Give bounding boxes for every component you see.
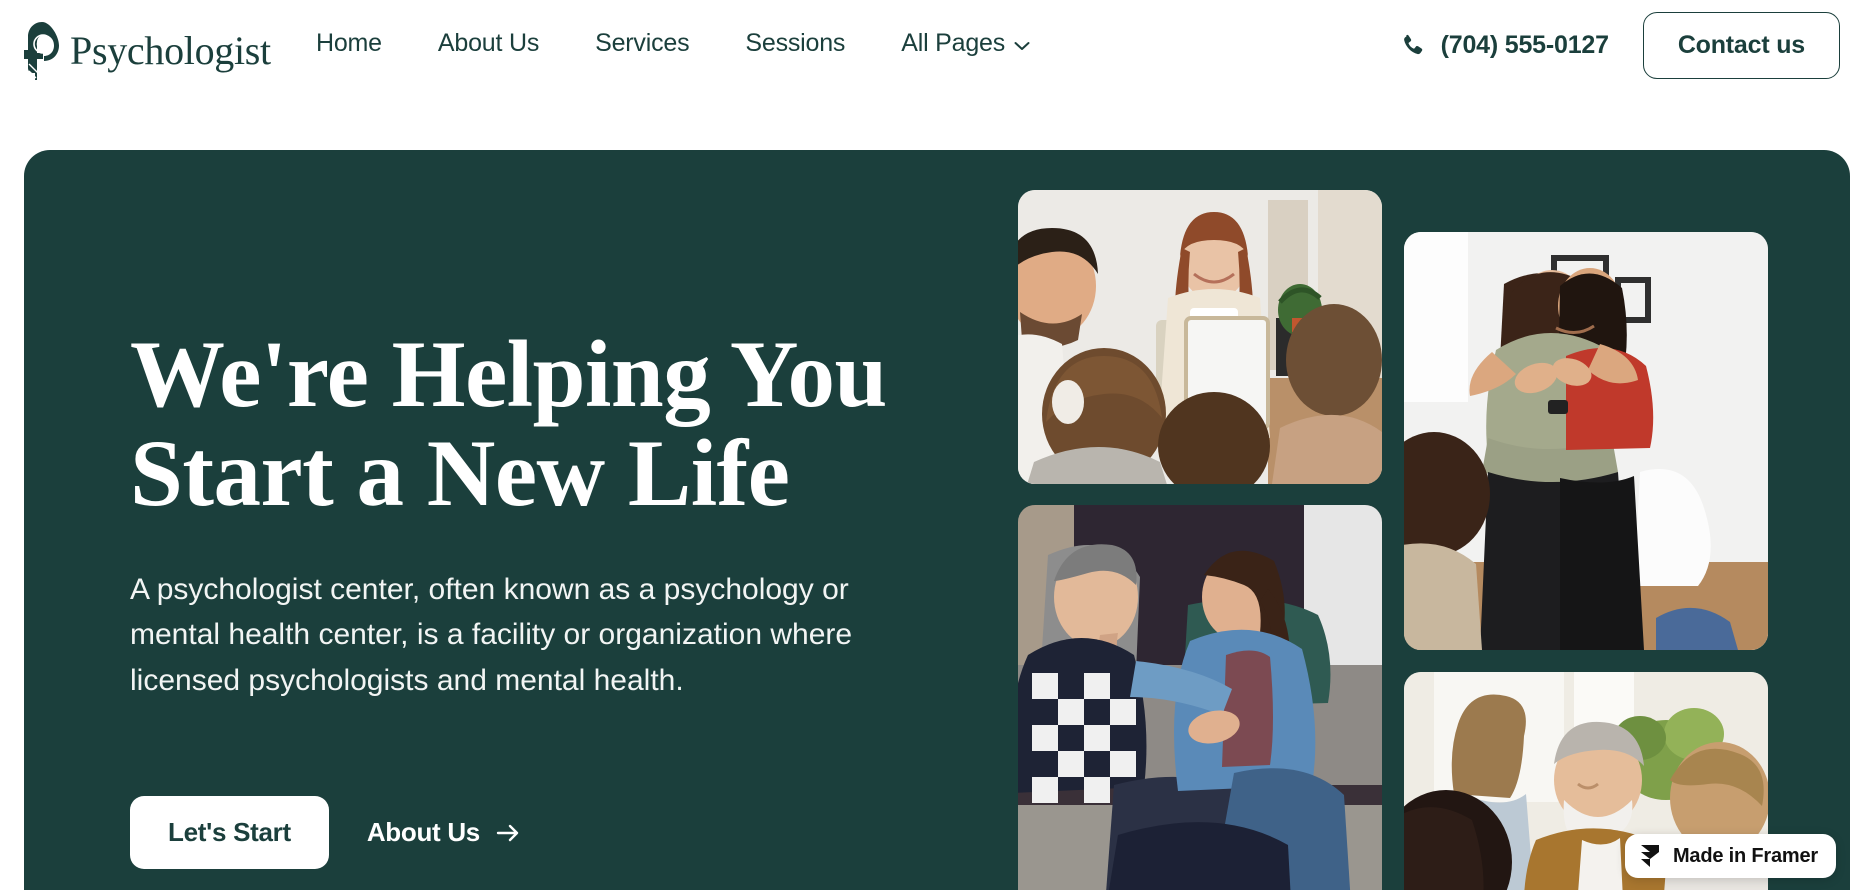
nav-item-label: About Us [437, 28, 540, 57]
couple-on-couch-photo [1018, 505, 1382, 890]
site-header: Psychologist Home About Us Services Sess… [0, 0, 1862, 150]
hero-section: We're Helping You Start a New Life A psy… [24, 150, 1850, 890]
nav-item-label: All Pages [901, 28, 1006, 57]
nav-item-about-us[interactable]: About Us [410, 29, 567, 58]
hero-copy: We're Helping You Start a New Life A psy… [130, 325, 890, 703]
hero-image-collage [1018, 190, 1808, 890]
group-therapy-session-photo [1018, 190, 1382, 484]
nav-item-sessions[interactable]: Sessions [717, 29, 873, 58]
hero-subtitle: A psychologist center, often known as a … [130, 572, 853, 697]
made-in-framer-badge[interactable]: Made in Framer [1624, 834, 1836, 878]
nav-item-all-pages[interactable]: All Pages [873, 29, 1058, 58]
chevron-down-icon [1014, 29, 1030, 58]
two-women-hugging-photo [1404, 232, 1768, 650]
main-navigation: Home About Us Services Sessions All Page… [288, 0, 1058, 86]
arrow-right-icon [496, 823, 520, 843]
nav-item-label: Home [316, 28, 382, 57]
phone-icon [1399, 33, 1425, 59]
phone-number: (704) 555-0127 [1440, 31, 1609, 59]
page-title: We're Helping You Start a New Life [130, 321, 887, 526]
hero-actions: Let's Start About Us [130, 796, 520, 869]
nav-item-label: Services [595, 28, 690, 57]
made-in-framer-label: Made in Framer [1672, 844, 1818, 867]
head-spiral-logo-icon [22, 20, 64, 82]
about-us-link[interactable]: About Us [367, 817, 520, 848]
framer-logo-icon [1639, 844, 1661, 868]
about-us-link-label: About Us [366, 817, 480, 847]
header-actions: (704) 555-0127 Contact us [1399, 12, 1840, 79]
brand-name: Psychologist [70, 28, 271, 73]
lets-start-button[interactable]: Let's Start [130, 796, 329, 869]
contact-us-button[interactable]: Contact us [1642, 12, 1840, 79]
nav-item-services[interactable]: Services [567, 29, 717, 58]
brand-logo[interactable]: Psychologist [22, 20, 271, 82]
nav-item-label: Sessions [745, 28, 846, 57]
nav-item-home[interactable]: Home [288, 29, 410, 58]
phone-link[interactable]: (704) 555-0127 [1399, 31, 1609, 60]
